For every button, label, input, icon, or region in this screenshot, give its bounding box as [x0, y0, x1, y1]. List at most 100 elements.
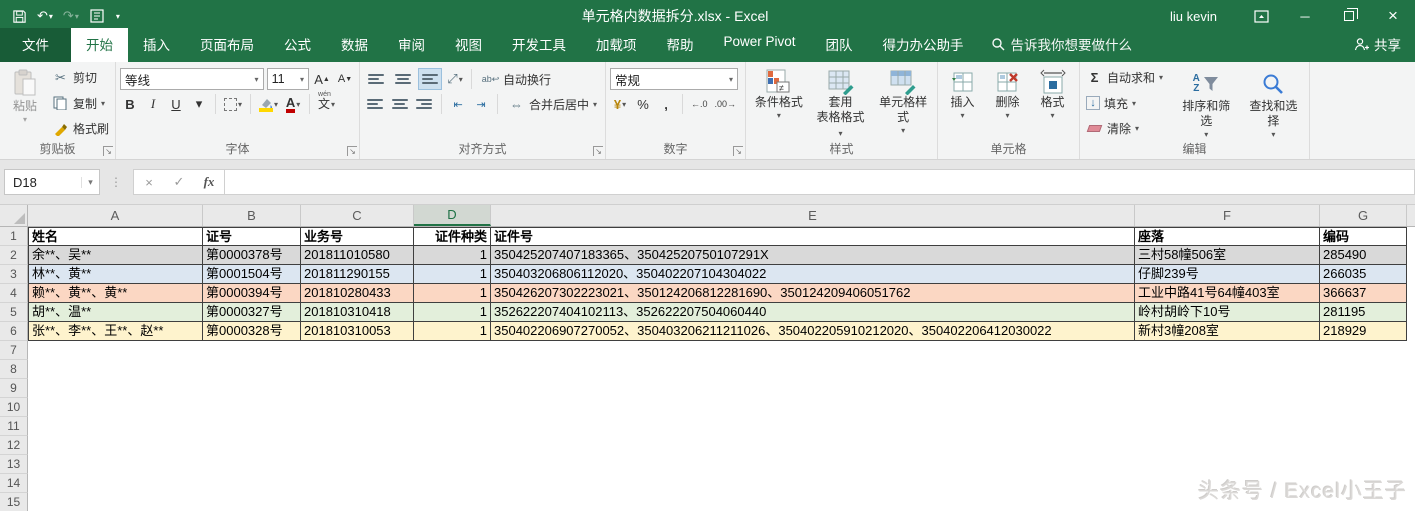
cell-G6[interactable]: 218929 [1320, 322, 1407, 341]
tab-Power Pivot[interactable]: Power Pivot [709, 28, 811, 62]
row-1-empty-area[interactable] [1407, 227, 1415, 246]
column-header-E[interactable]: E [491, 205, 1135, 226]
cell-E5[interactable]: 352622207404102113、352622207504060440 [491, 303, 1135, 322]
cut-button[interactable]: ✂ 剪切 [48, 68, 113, 87]
column-header-B[interactable]: B [203, 205, 301, 226]
cell-G2[interactable]: 285490 [1320, 246, 1407, 265]
font-size-combo[interactable]: 11 ▾ [266, 68, 309, 90]
tab-页面布局[interactable]: 页面布局 [185, 28, 269, 62]
cell-G1[interactable]: 编码 [1320, 227, 1407, 246]
row-header-11[interactable]: 11 [0, 417, 28, 436]
row-header-2[interactable]: 2 [0, 246, 28, 265]
cell-G3[interactable]: 266035 [1320, 265, 1407, 284]
row-9-empty-area[interactable] [28, 379, 1415, 398]
customize-qat-button[interactable]: ▾ [115, 12, 120, 21]
cell-C1[interactable]: 业务号 [301, 227, 414, 246]
address-book-button[interactable] [89, 9, 105, 23]
cell-E6[interactable]: 350402206907270052、350403206211211026、35… [491, 322, 1135, 341]
cell-F5[interactable]: 岭村胡岭下10号 [1135, 303, 1320, 322]
font-name-combo[interactable]: 等线 ▾ [120, 68, 264, 90]
cell-B5[interactable]: 第0000327号 [203, 303, 301, 322]
row-4-empty-area[interactable] [1407, 284, 1415, 303]
row-5-empty-area[interactable] [1407, 303, 1415, 322]
column-header-A[interactable]: A [28, 205, 203, 226]
cell-A1[interactable]: 姓名 [28, 227, 203, 246]
cell-F2[interactable]: 三村58幢506室 [1135, 246, 1320, 265]
row-3-empty-area[interactable] [1407, 265, 1415, 284]
conditional-formatting-button[interactable]: ≠ 条件格式 ▾ [748, 65, 810, 141]
fill-color-button[interactable]: ▾ [257, 93, 280, 115]
cell-E2[interactable]: 350425207407183365、35042520750107291X [491, 246, 1135, 265]
cell-E3[interactable]: 350403206806112020、350402207104304022 [491, 265, 1135, 284]
row-header-10[interactable]: 10 [0, 398, 28, 417]
tab-加载项[interactable]: 加载项 [581, 28, 652, 62]
cell-D2[interactable]: 1 [414, 246, 491, 265]
align-top-button[interactable] [364, 68, 388, 90]
cell-B1[interactable]: 证号 [203, 227, 301, 246]
formula-bar-splitter[interactable]: ⋮ [100, 175, 133, 189]
row-header-7[interactable]: 7 [0, 341, 28, 360]
cell-C3[interactable]: 201811290155 [301, 265, 414, 284]
orientation-button[interactable]: ⤢ ▾ [445, 68, 465, 90]
tab-帮助[interactable]: 帮助 [652, 28, 709, 62]
copy-button[interactable]: 复制 ▾ [48, 94, 113, 113]
font-dialog-launcher[interactable]: ↘ [347, 146, 357, 156]
insert-function-button[interactable]: fx [194, 174, 224, 190]
user-name[interactable]: liu kevin [1170, 9, 1217, 24]
ribbon-display-options-button[interactable] [1239, 0, 1283, 32]
column-header-F[interactable]: F [1135, 205, 1320, 226]
comma-button[interactable]: , [656, 93, 676, 115]
row-header-14[interactable]: 14 [0, 474, 28, 493]
tab-插入[interactable]: 插入 [128, 28, 185, 62]
tab-开始[interactable]: 开始 [71, 28, 128, 62]
cell-C6[interactable]: 201810310053 [301, 322, 414, 341]
accounting-format-button[interactable]: ¥ ▾ [610, 93, 630, 115]
increase-decimal-button[interactable]: ←.0 [689, 93, 710, 115]
find-select-button[interactable]: 查找和选择 ▾ [1240, 65, 1307, 141]
fill-button[interactable]: ↓ 填充 ▾ [1082, 94, 1173, 113]
underline-options-button[interactable]: ▾ [189, 93, 209, 115]
row-header-12[interactable]: 12 [0, 436, 28, 455]
row-header-4[interactable]: 4 [0, 284, 28, 303]
clear-button[interactable]: 清除 ▾ [1082, 119, 1173, 138]
cell-C5[interactable]: 201810310418 [301, 303, 414, 322]
row-2-empty-area[interactable] [1407, 246, 1415, 265]
cell-B3[interactable]: 第0001504号 [203, 265, 301, 284]
cell-A3[interactable]: 林**、黄** [28, 265, 203, 284]
align-left-button[interactable] [364, 93, 386, 115]
row-header-6[interactable]: 6 [0, 322, 28, 341]
save-button[interactable] [12, 9, 27, 24]
format-as-table-button[interactable]: 套用 表格格式▾ [810, 65, 872, 141]
tab-审阅[interactable]: 审阅 [383, 28, 440, 62]
format-cells-button[interactable]: 格式 ▾ [1030, 65, 1075, 141]
borders-button[interactable]: ▾ [222, 93, 244, 115]
row-7-empty-area[interactable] [28, 341, 1415, 360]
row-header-15[interactable]: 15 [0, 493, 28, 511]
confirm-entry-button[interactable]: ✓ [164, 174, 194, 190]
cell-G4[interactable]: 366637 [1320, 284, 1407, 303]
row-12-empty-area[interactable] [28, 436, 1415, 455]
cell-B2[interactable]: 第0000378号 [203, 246, 301, 265]
cell-D4[interactable]: 1 [414, 284, 491, 303]
name-box[interactable]: D18 ▾ [4, 169, 100, 195]
align-middle-button[interactable] [391, 68, 415, 90]
merge-center-button[interactable]: ⇔ 合并后居中 ▾ [504, 95, 601, 114]
cell-A4[interactable]: 赖**、黄**、黄** [28, 284, 203, 303]
format-painter-button[interactable]: 格式刷 [48, 119, 113, 138]
cell-F3[interactable]: 仔脚239号 [1135, 265, 1320, 284]
align-bottom-button[interactable] [418, 68, 442, 90]
increase-indent-button[interactable]: ⇥ [471, 93, 491, 115]
alignment-dialog-launcher[interactable]: ↘ [593, 146, 603, 156]
autosum-button[interactable]: Σ 自动求和 ▾ [1082, 68, 1173, 87]
percent-button[interactable]: % [633, 93, 653, 115]
row-header-8[interactable]: 8 [0, 360, 28, 379]
cell-B6[interactable]: 第0000328号 [203, 322, 301, 341]
sort-filter-button[interactable]: AZ 排序和筛选 ▾ [1173, 65, 1240, 141]
cancel-entry-button[interactable]: × [134, 175, 164, 190]
align-center-button[interactable] [389, 93, 411, 115]
tab-团队[interactable]: 团队 [811, 28, 868, 62]
cell-D1[interactable]: 证件种类 [414, 227, 491, 246]
cell-B4[interactable]: 第0000394号 [203, 284, 301, 303]
underline-button[interactable]: U [166, 93, 186, 115]
cell-E1[interactable]: 证件号 [491, 227, 1135, 246]
